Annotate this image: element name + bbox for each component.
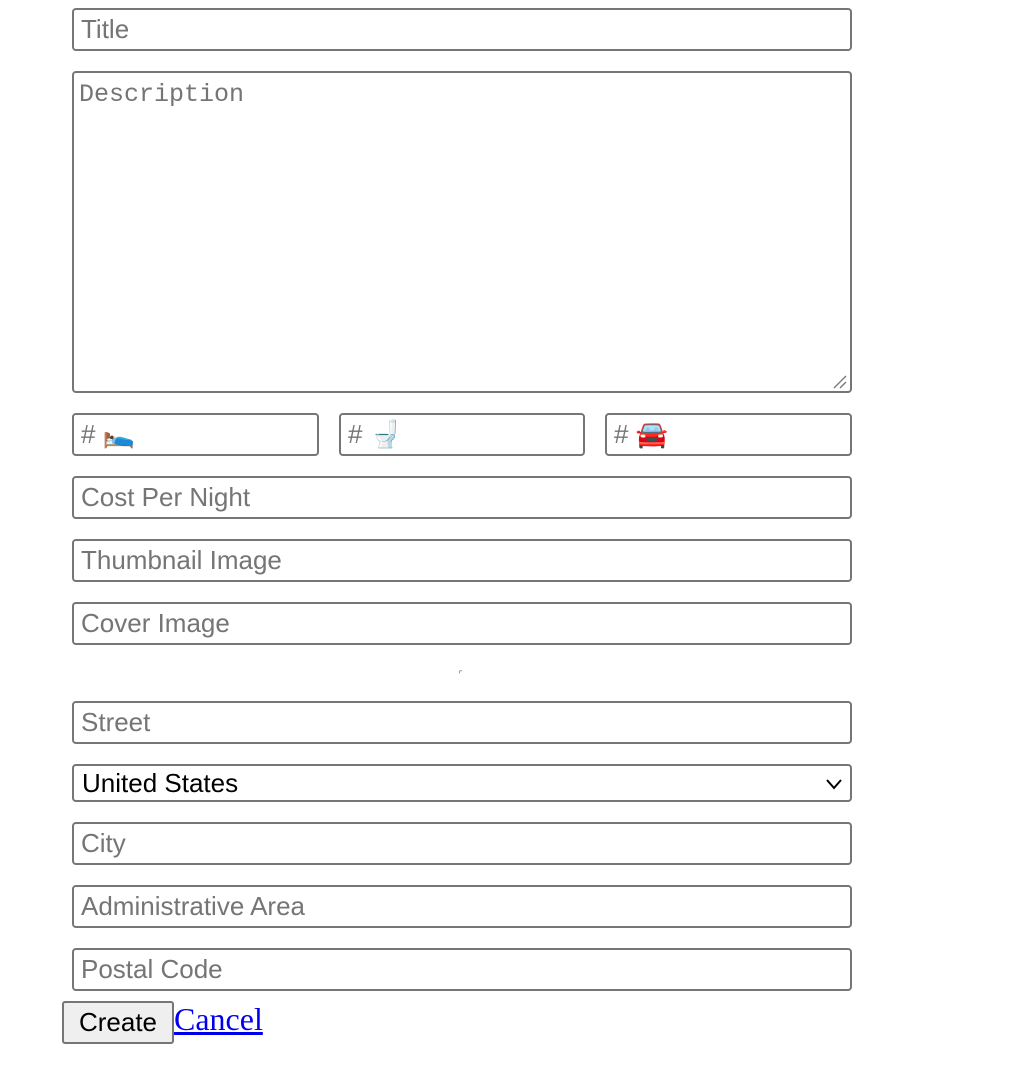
- cancel-link[interactable]: Cancel: [174, 999, 263, 1039]
- administrative-area-input[interactable]: [72, 885, 852, 928]
- parking-input[interactable]: [605, 413, 852, 456]
- cover-image-input[interactable]: [72, 602, 852, 645]
- resize-grip-icon[interactable]: [831, 373, 847, 389]
- cost-per-night-input[interactable]: [72, 476, 852, 519]
- street-input[interactable]: [72, 701, 852, 744]
- description-textarea[interactable]: [72, 71, 852, 393]
- country-select[interactable]: United States: [72, 764, 852, 802]
- city-input[interactable]: [72, 822, 852, 865]
- create-button[interactable]: Create: [62, 1001, 174, 1044]
- bathrooms-input[interactable]: [339, 413, 585, 456]
- loading-indicator: [459, 670, 463, 674]
- bedrooms-input[interactable]: [72, 413, 319, 456]
- thumbnail-image-input[interactable]: [72, 539, 852, 582]
- postal-code-input[interactable]: [72, 948, 852, 991]
- title-input[interactable]: [72, 8, 852, 51]
